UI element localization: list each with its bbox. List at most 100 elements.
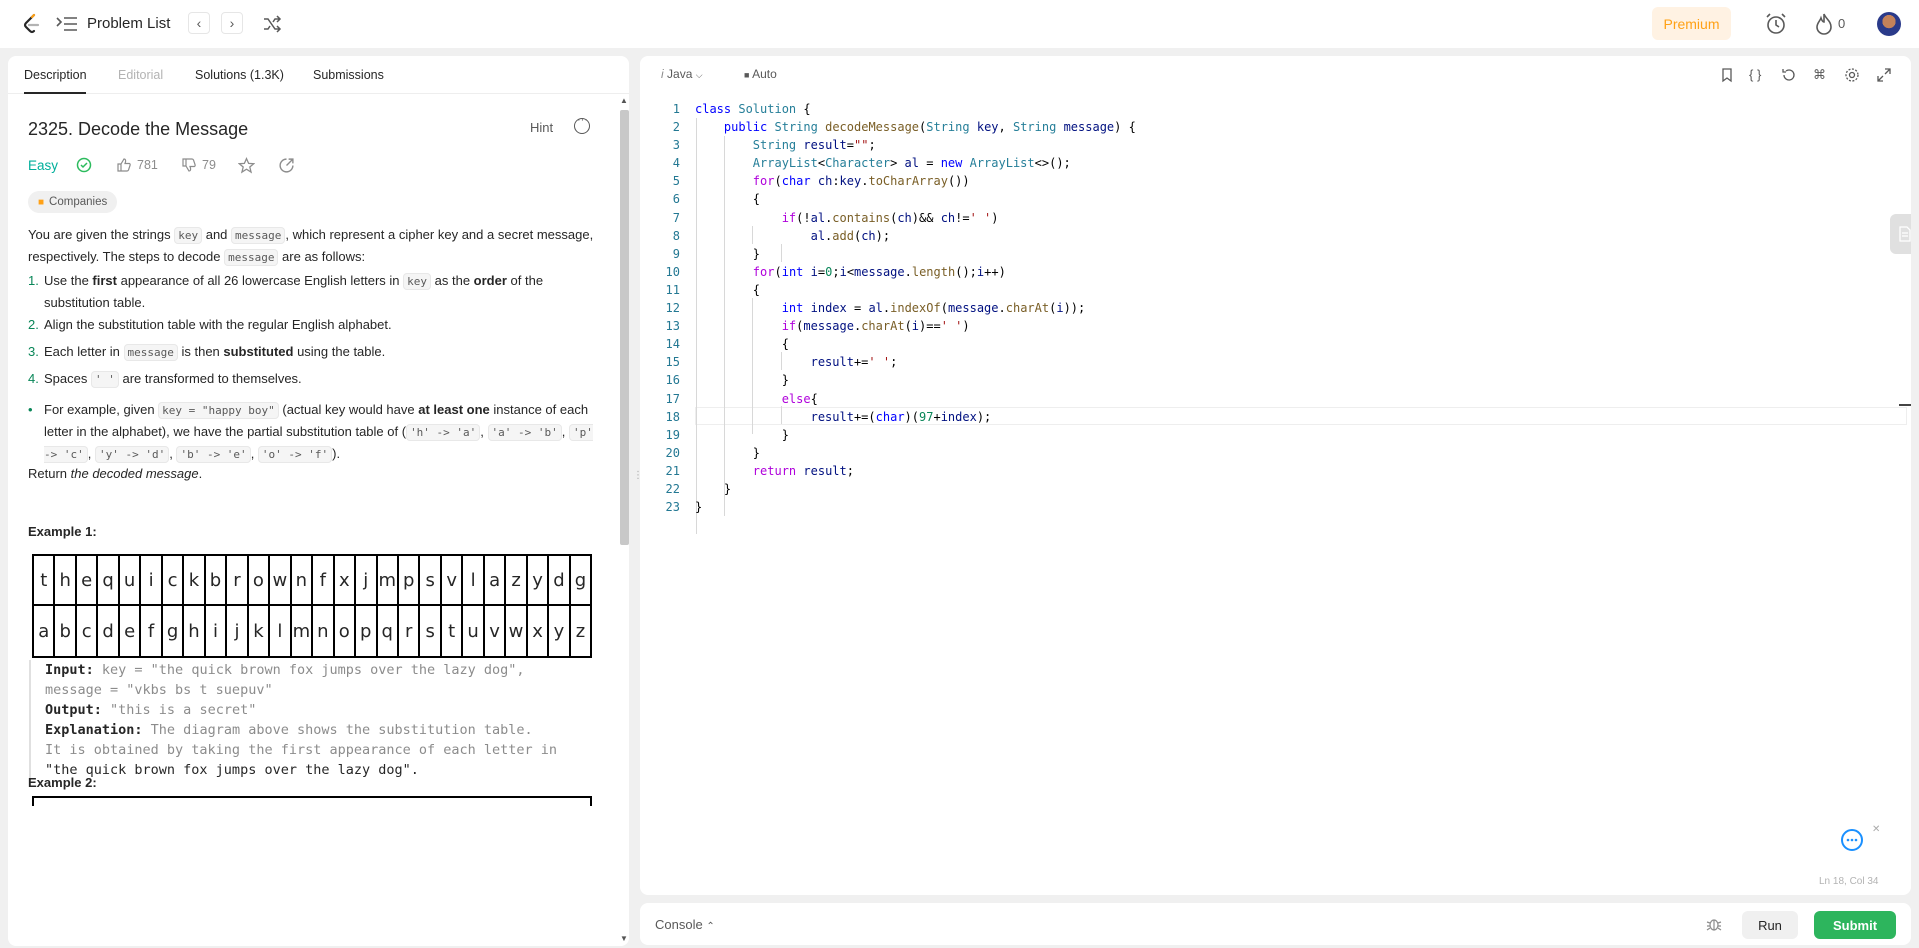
example-2-table — [32, 796, 592, 806]
reset-icon[interactable] — [1781, 67, 1797, 83]
chevron-up-icon: ⌃ — [706, 921, 715, 932]
table-cell: x — [335, 556, 357, 604]
example-1-heading: Example 1: — [28, 524, 97, 539]
premium-button[interactable]: Premium — [1652, 7, 1731, 40]
console-bar: Console ⌃ Run Submit — [640, 903, 1911, 945]
table-cell: l — [463, 556, 485, 604]
top-nav: Problem List ‹ › Premium 0 — [0, 0, 1919, 48]
step-4: 4. Spaces ' ' are transformed to themsel… — [28, 371, 302, 388]
table-cell: v — [442, 556, 464, 604]
companies-label: Companies — [49, 196, 108, 208]
editor-toolbar: i Java ⌵ ■ Auto { } ⌘ — [640, 56, 1911, 92]
problem-list-icon[interactable] — [56, 16, 78, 32]
autocomplete-mode[interactable]: ■ Auto — [744, 67, 777, 81]
table-cell: o — [249, 556, 271, 604]
panel-resize-handle[interactable]: ⋮ — [633, 470, 643, 486]
table-cell: c — [77, 606, 99, 656]
like-count: 781 — [137, 158, 158, 172]
table-cell: x — [528, 606, 550, 656]
dislike-button[interactable]: 79 — [181, 157, 216, 173]
table-cell: f — [313, 556, 335, 604]
key-row: thequickbrownfxjmpsvlazydg — [34, 556, 590, 606]
leetcode-logo-icon[interactable] — [20, 12, 44, 36]
table-cell: e — [77, 556, 99, 604]
step-1: 1. Use the first appearance of all 26 lo… — [28, 273, 544, 310]
table-cell: r — [227, 556, 249, 604]
run-button[interactable]: Run — [1742, 911, 1798, 939]
table-cell: i — [141, 556, 163, 604]
scrollbar-thumb[interactable] — [620, 110, 629, 545]
table-cell: c — [163, 556, 185, 604]
table-cell: o — [335, 606, 357, 656]
prev-problem-button[interactable]: ‹ — [188, 12, 210, 34]
table-cell: s — [420, 556, 442, 604]
code-editor-panel: i Java ⌵ ■ Auto { } ⌘ 1 2 3 4 5 6 7 8 9 10 11 12 13 1… — [640, 56, 1911, 895]
expand-icon[interactable] — [1876, 67, 1892, 83]
thumbs-down-icon — [182, 158, 196, 172]
bookmark-icon[interactable] — [1719, 67, 1735, 83]
submit-button[interactable]: Submit — [1814, 911, 1896, 939]
table-cell: u — [120, 556, 142, 604]
thumbs-up-icon — [117, 158, 131, 172]
chevron-down-icon: ⌵ — [695, 70, 703, 80]
table-cell: k — [184, 556, 206, 604]
table-cell: w — [270, 556, 292, 604]
tab-editorial[interactable]: Editorial — [118, 68, 163, 82]
hint-button[interactable]: Hint — [530, 120, 553, 135]
streak-count: 0 — [1838, 16, 1846, 31]
table-cell: p — [356, 606, 378, 656]
debug-bug-icon[interactable] — [1706, 916, 1722, 932]
problem-title: 2325. Decode the Message — [28, 119, 249, 139]
code-text[interactable]: class Solution { public String decodeMes… — [695, 100, 1136, 516]
feedback-chat-icon[interactable] — [1838, 826, 1866, 854]
like-button[interactable]: 781 — [116, 157, 158, 173]
problem-list-link[interactable]: Problem List — [87, 15, 170, 32]
tab-description[interactable]: Description — [24, 68, 87, 82]
table-cell: l — [270, 606, 292, 656]
share-icon[interactable] — [278, 157, 295, 174]
dislike-count: 79 — [202, 158, 216, 172]
table-cell: a — [34, 606, 56, 656]
table-cell: k — [249, 606, 271, 656]
example-2-heading: Example 2: — [28, 775, 97, 790]
next-problem-button[interactable]: › — [221, 12, 243, 34]
star-icon[interactable] — [238, 157, 255, 174]
settings-gear-icon[interactable] — [1844, 67, 1860, 83]
scroll-up-icon[interactable]: ▲ — [620, 96, 628, 105]
description-panel: Description Editorial Solutions (1.3K) S… — [8, 56, 629, 946]
shuffle-icon[interactable] — [262, 14, 282, 34]
chevron-right-icon: › — [229, 15, 235, 31]
more-options-icon[interactable] — [574, 114, 590, 134]
console-toggle[interactable]: Console ⌃ — [655, 917, 715, 932]
table-cell: z — [506, 556, 528, 604]
table-cell: y — [549, 606, 571, 656]
cursor-position: Ln 18, Col 34 — [1819, 876, 1879, 887]
table-cell: f — [141, 606, 163, 656]
close-feedback-icon[interactable]: ✕ — [1872, 824, 1880, 835]
language-select[interactable]: i Java ⌵ — [661, 67, 703, 81]
table-cell: g — [574, 569, 587, 591]
example-1-io: Input: key = "the quick brown fox jumps … — [29, 660, 597, 780]
fire-streak-icon[interactable] — [1814, 12, 1834, 36]
description-content[interactable]: 2325. Decode the Message Hint Easy 781 7… — [8, 94, 618, 946]
step-2: 2. Align the substitution table with the… — [28, 317, 392, 332]
tab-solutions[interactable]: Solutions (1.3K) — [195, 68, 284, 82]
table-cell: j — [227, 606, 249, 656]
shortcuts-icon[interactable]: ⌘ — [1813, 67, 1829, 83]
table-cell: t — [34, 556, 56, 604]
description-tabs: Description Editorial Solutions (1.3K) S… — [8, 56, 629, 94]
scroll-down-icon[interactable]: ▼ — [620, 934, 628, 943]
avatar[interactable] — [1877, 12, 1901, 36]
table-cell: y — [528, 556, 550, 604]
notes-side-tab[interactable] — [1890, 214, 1911, 254]
tab-submissions[interactable]: Submissions — [313, 68, 384, 82]
table-cell: n — [292, 556, 314, 604]
table-cell: u — [463, 606, 485, 656]
table-cell: w — [506, 606, 528, 656]
description-scrollbar[interactable]: ▲ ▼ — [619, 96, 629, 946]
substitution-table: thequickbrownfxjmpsvlazydg abcdefghijklm… — [32, 554, 592, 658]
format-code-icon[interactable]: { } — [1749, 67, 1765, 83]
companies-tag[interactable]: ■ Companies — [28, 191, 118, 213]
table-cell: v — [485, 606, 507, 656]
alarm-clock-icon[interactable] — [1764, 12, 1788, 36]
